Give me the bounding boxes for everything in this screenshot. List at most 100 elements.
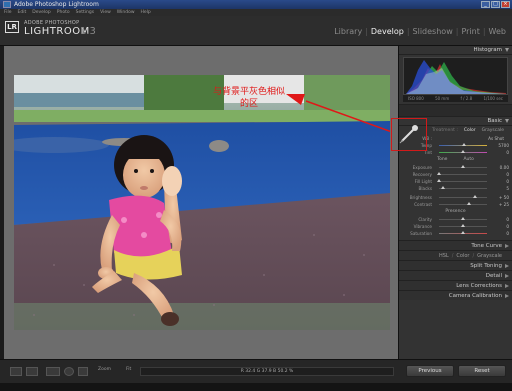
contrast-slider[interactable] (439, 204, 487, 205)
fill-light-slider-handle[interactable] (437, 179, 441, 182)
collapse-icon (505, 119, 509, 123)
tone-curve-header[interactable]: Tone Curve (399, 240, 512, 250)
module-develop[interactable]: Develop (371, 27, 404, 36)
menu-photo[interactable]: Photo (57, 9, 70, 16)
vibrance-slider-handle[interactable] (461, 224, 465, 227)
loupe-view-icon[interactable] (10, 367, 22, 376)
hsl-tab[interactable]: HSL (439, 251, 449, 260)
module-separator: | (482, 27, 486, 36)
window-controls: _ □ × (481, 1, 510, 8)
menu-file[interactable]: File (4, 9, 12, 16)
fill-light-slider[interactable] (439, 181, 487, 182)
tool-strip (399, 104, 512, 117)
blacks-label: Blacks (418, 186, 432, 191)
blacks-value[interactable]: 5 (506, 185, 509, 192)
saturation-slider-handle[interactable] (461, 231, 465, 234)
exposure-label: Exposure (412, 165, 432, 170)
temp-slider-handle[interactable] (462, 143, 466, 146)
tab-separator: / (451, 253, 454, 259)
spot-removal-icon[interactable] (64, 367, 74, 376)
histogram-header[interactable]: Histogram (399, 46, 512, 55)
menu-settings[interactable]: Settings (76, 9, 94, 16)
blacks-slider-handle[interactable] (441, 186, 445, 189)
contrast-value[interactable]: + 25 (499, 201, 509, 208)
menu-window[interactable]: Window (117, 9, 135, 16)
eyedropper-icon[interactable] (392, 119, 425, 149)
menu-edit[interactable]: Edit (18, 9, 27, 16)
module-print[interactable]: Print (461, 27, 479, 36)
expand-icon (505, 274, 509, 278)
module-separator: | (406, 27, 410, 36)
fill-light-row: Fill Light 0 (399, 178, 512, 185)
exposure-value[interactable]: 0.00 (500, 164, 509, 171)
before-after-icon[interactable] (26, 367, 38, 376)
recovery-slider[interactable] (439, 174, 487, 175)
clarity-slider-handle[interactable] (461, 217, 465, 220)
previous-button[interactable]: Previous (406, 365, 454, 377)
brightness-slider[interactable] (439, 197, 487, 198)
maximize-icon[interactable]: □ (491, 1, 500, 8)
zoom-value[interactable]: Fit (126, 367, 131, 372)
tint-slider-handle[interactable] (461, 150, 465, 153)
identity-plate: LR ADOBE PHOTOSHOP LIGHTROOM 1.3 Library… (0, 16, 512, 46)
brightness-label: Brightness (409, 195, 432, 200)
saturation-row: Saturation 0 (399, 230, 512, 237)
menu-view[interactable]: View (100, 9, 111, 16)
brightness-value[interactable]: + 50 (499, 194, 509, 201)
contrast-slider-handle[interactable] (467, 202, 471, 205)
wb-highlight-box (391, 118, 427, 151)
saturation-value[interactable]: 0 (506, 230, 509, 237)
close-icon[interactable]: × (501, 1, 510, 8)
blacks-row: Blacks 5 (399, 185, 512, 192)
blacks-slider[interactable] (439, 188, 487, 189)
grayscale-tab[interactable]: Grayscale (477, 251, 502, 260)
tint-value[interactable]: 0 (506, 149, 509, 156)
color-tab[interactable]: Color (456, 251, 469, 260)
basic-label: Basic (487, 118, 502, 124)
wb-dropdown[interactable]: As Shot (488, 135, 504, 142)
menu-develop[interactable]: Develop (32, 9, 51, 16)
brightness-slider-handle[interactable] (473, 195, 477, 198)
tone-subhead: Tone Auto (399, 156, 512, 164)
expand-icon (505, 294, 509, 298)
clarity-value[interactable]: 0 (506, 216, 509, 223)
histogram-readout: ISO 800 50 mm f / 2.8 1/100 sec (403, 95, 508, 102)
shutter-value: 1/100 sec (483, 96, 503, 101)
menu-help[interactable]: Help (141, 9, 151, 16)
module-library[interactable]: Library (334, 27, 362, 36)
expand-icon (505, 284, 509, 288)
vibrance-row: Vibrance 0 (399, 223, 512, 230)
image-view (4, 46, 398, 359)
lens-corrections-header[interactable]: Lens Corrections (399, 280, 512, 290)
reset-button[interactable]: Reset (458, 365, 506, 377)
camera-calibration-header[interactable]: Camera Calibration (399, 290, 512, 300)
contrast-label: Contrast (414, 202, 432, 207)
photo-image (14, 75, 390, 330)
minimize-icon[interactable]: _ (481, 1, 490, 8)
photo[interactable] (14, 75, 390, 330)
auto-tone-button[interactable]: Auto (463, 156, 473, 164)
module-web[interactable]: Web (489, 27, 506, 36)
temp-value[interactable]: 5700 (498, 142, 509, 149)
treatment-color-button[interactable]: Color (464, 128, 476, 135)
detail-header[interactable]: Detail (399, 270, 512, 280)
exposure-slider-handle[interactable] (461, 165, 465, 168)
zoom-label: Zoom (98, 367, 111, 372)
fill-light-label: Fill Light (414, 179, 432, 184)
histogram-label: Histogram (473, 47, 502, 53)
recovery-slider-handle[interactable] (437, 172, 441, 175)
hsl-header[interactable]: HSL / Color / Grayscale (399, 250, 512, 260)
split-toning-header[interactable]: Split Toning (399, 260, 512, 270)
fill-light-value[interactable]: 0 (506, 178, 509, 185)
module-slideshow[interactable]: Slideshow (413, 27, 453, 36)
histogram (403, 57, 508, 95)
tone-label: Tone (437, 157, 448, 162)
focal-value: 50 mm (435, 96, 450, 101)
menu-bar: File Edit Develop Photo Settings View Wi… (0, 9, 512, 16)
vibrance-value[interactable]: 0 (506, 223, 509, 230)
recovery-value[interactable]: 0 (506, 171, 509, 178)
redeye-icon[interactable] (78, 367, 88, 376)
treatment-grayscale-button[interactable]: Grayscale (482, 128, 504, 135)
treatment-label: Treatment : (432, 128, 458, 133)
crop-icon[interactable] (46, 367, 60, 376)
